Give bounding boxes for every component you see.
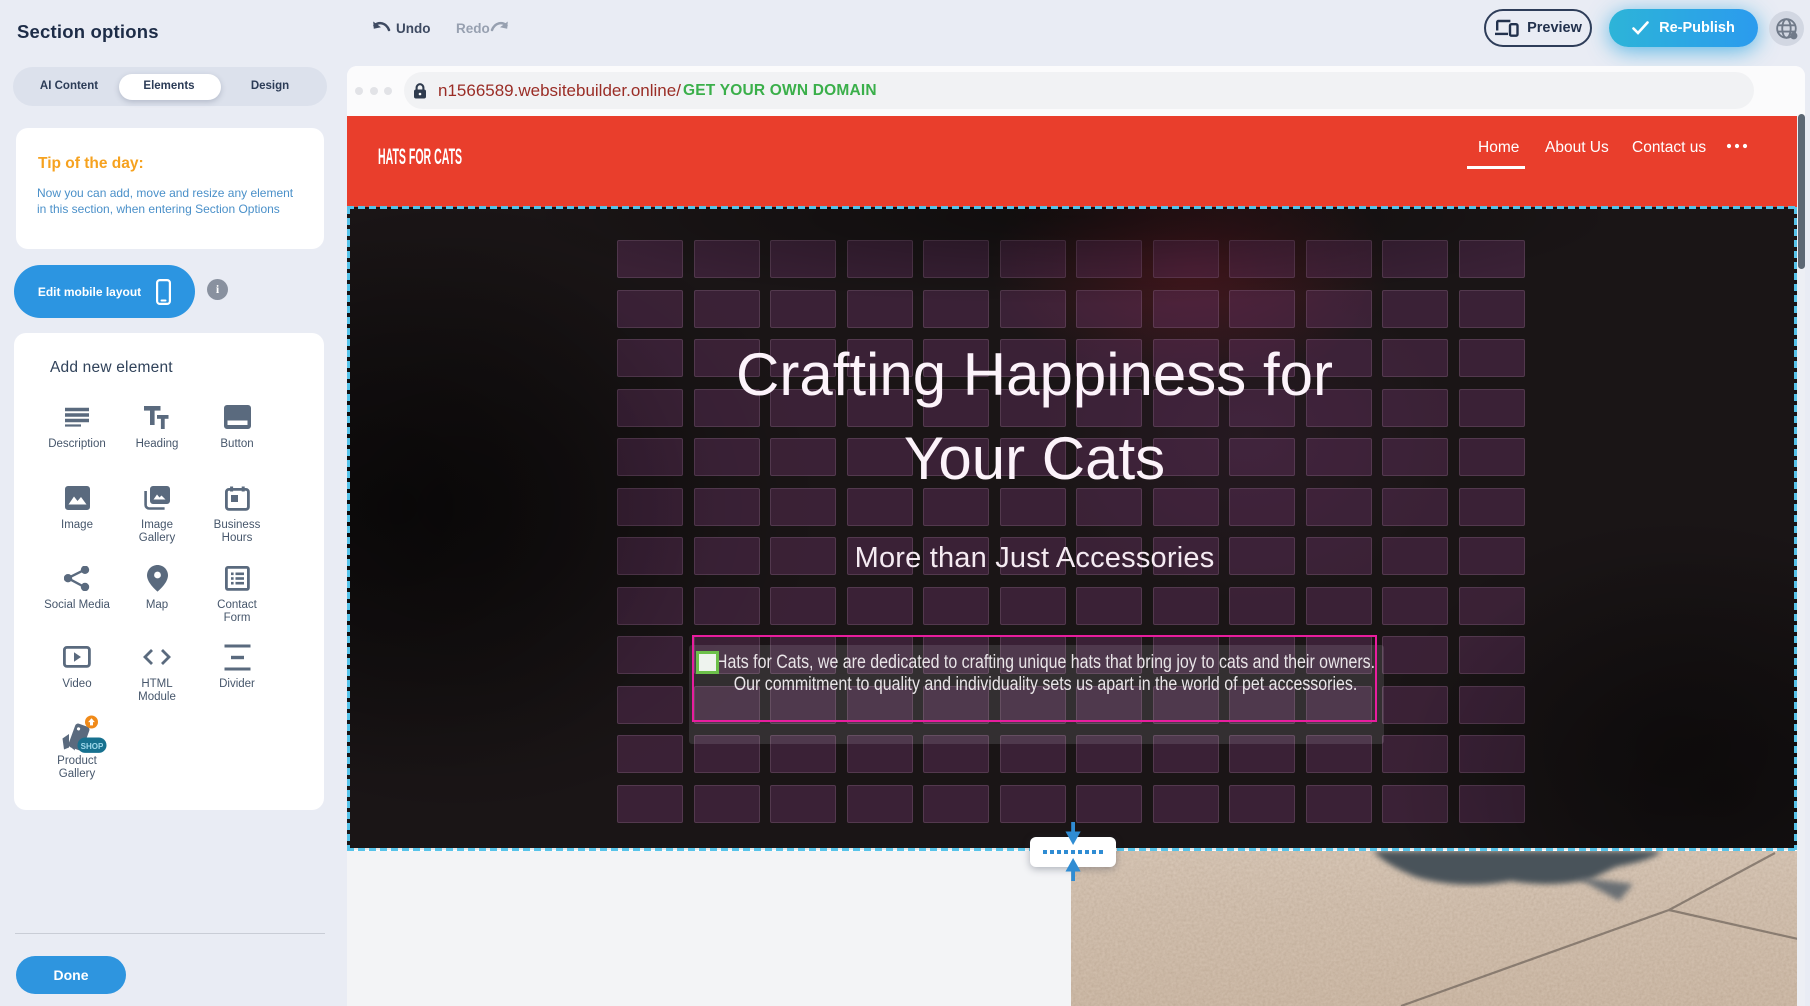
- svg-text:SHOP: SHOP: [81, 742, 104, 751]
